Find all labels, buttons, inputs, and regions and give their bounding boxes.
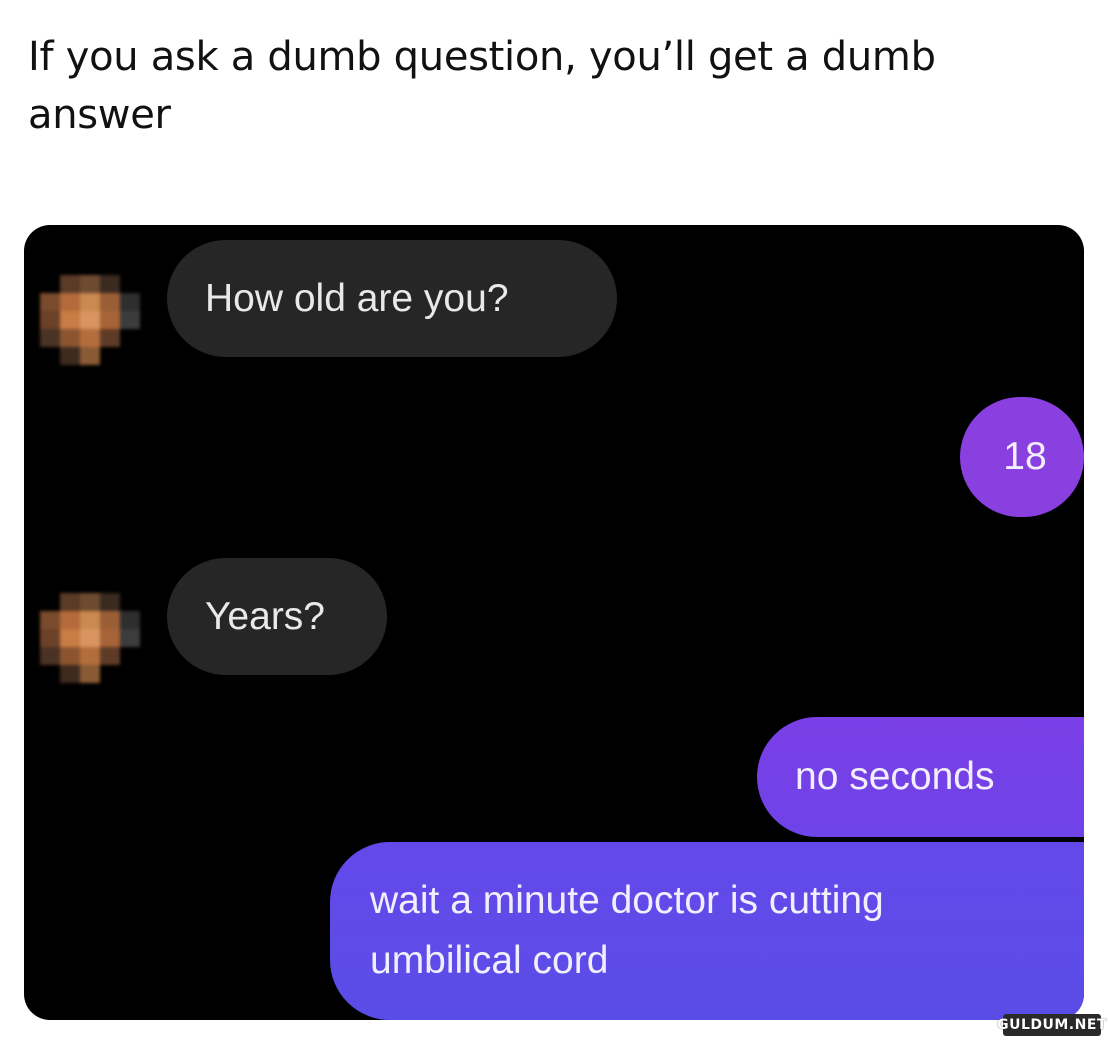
message-text: wait a minute doctor is cutting umbilica… bbox=[370, 879, 884, 982]
message-bubble-outgoing: wait a minute doctor is cutting umbilica… bbox=[330, 842, 1084, 1020]
message-bubble-outgoing: 18 bbox=[960, 397, 1084, 517]
message-text: How old are you? bbox=[205, 276, 509, 320]
watermark-logo: GULDUM.NET bbox=[997, 1014, 1106, 1036]
message-bubble-incoming: Years? bbox=[167, 558, 387, 675]
message-text: no seconds bbox=[795, 755, 995, 798]
post-caption: If you ask a dumb question, you’ll get a… bbox=[28, 34, 936, 138]
avatar bbox=[40, 275, 140, 365]
message-text: 18 bbox=[1003, 435, 1047, 478]
chat-screenshot: How old are you? 18 Years? no seconds wa… bbox=[24, 225, 1084, 1020]
message-bubble-outgoing: no seconds bbox=[757, 717, 1084, 837]
message-text: Years? bbox=[205, 594, 325, 638]
message-bubble-incoming: How old are you? bbox=[167, 240, 617, 357]
avatar bbox=[40, 593, 140, 683]
